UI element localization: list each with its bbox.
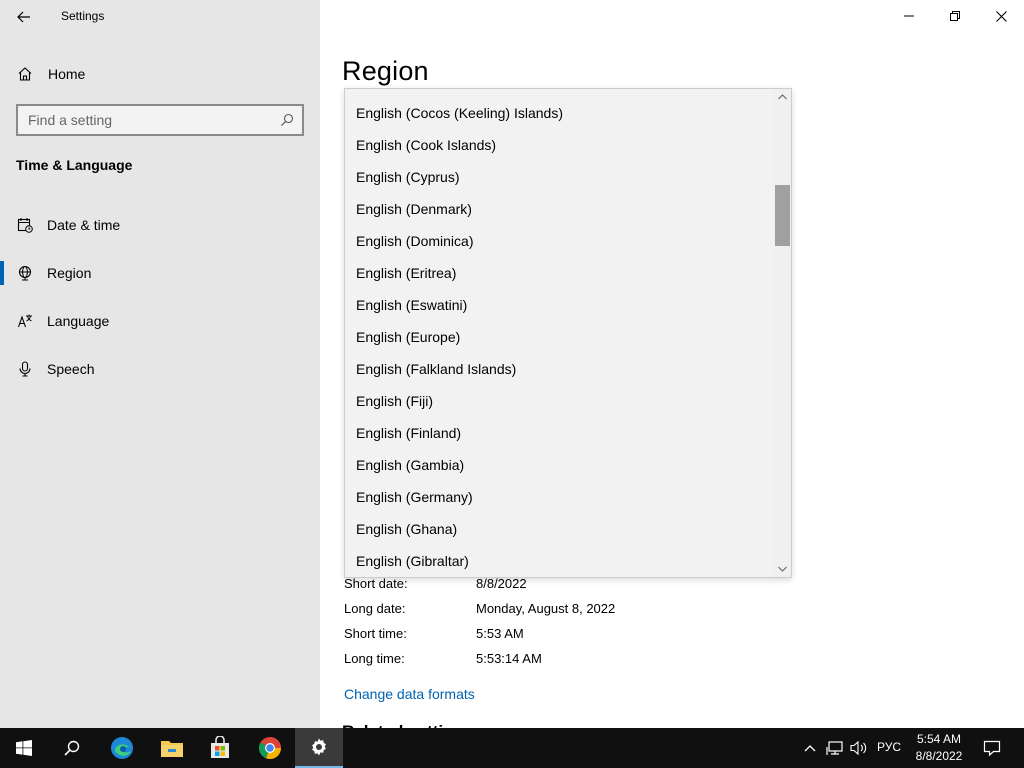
store-icon bbox=[211, 736, 229, 758]
dropdown-option[interactable]: English (Ghana) bbox=[345, 513, 775, 545]
sidebar-item-label: Region bbox=[47, 265, 92, 281]
chevron-up-icon bbox=[778, 94, 787, 100]
regional-format-dropdown-list[interactable]: English (Cocos (Keeling) Islands) Englis… bbox=[344, 88, 792, 578]
taskbar-clock[interactable]: 5:54 AM 8/8/2022 bbox=[910, 731, 968, 765]
page-title: Region bbox=[342, 56, 429, 86]
taskbar-file-explorer-button[interactable] bbox=[148, 728, 196, 768]
dropdown-option[interactable]: English (Finland) bbox=[345, 417, 775, 449]
dropdown-scrollbar[interactable] bbox=[774, 89, 791, 577]
minimize-button[interactable] bbox=[886, 0, 932, 32]
scroll-thumb[interactable] bbox=[775, 185, 790, 246]
sidebar-item-date-time[interactable]: Date & time bbox=[0, 205, 320, 245]
date-time-icon bbox=[16, 216, 34, 234]
language-icon bbox=[16, 312, 34, 330]
section-title: Time & Language bbox=[16, 157, 133, 173]
restore-button[interactable] bbox=[932, 0, 978, 32]
sidebar-item-label: Date & time bbox=[47, 217, 121, 233]
search-input[interactable] bbox=[18, 112, 268, 128]
dropdown-options: English (Cocos (Keeling) Islands) Englis… bbox=[345, 97, 775, 577]
close-button[interactable] bbox=[978, 0, 1024, 32]
dropdown-option[interactable]: English (Gibraltar) bbox=[345, 545, 775, 577]
taskbar-search-button[interactable] bbox=[48, 728, 96, 768]
chevron-down-icon bbox=[778, 566, 787, 572]
dropdown-option[interactable]: English (Gambia) bbox=[345, 449, 775, 481]
taskbar-edge-button[interactable] bbox=[98, 728, 146, 768]
sidebar: Settings Home Time & Language Date & tim… bbox=[0, 0, 320, 728]
clock-time: 5:54 AM bbox=[916, 732, 962, 746]
format-row-long-date: Long date: Monday, August 8, 2022 bbox=[344, 601, 744, 621]
notification-icon bbox=[983, 740, 1001, 757]
edge-icon bbox=[111, 737, 133, 759]
tray-show-hidden-button[interactable] bbox=[800, 738, 820, 758]
dropdown-option[interactable]: English (Germany) bbox=[345, 481, 775, 513]
dropdown-option[interactable]: English (Cocos (Keeling) Islands) bbox=[345, 97, 775, 129]
format-label: Short time: bbox=[344, 626, 407, 641]
sidebar-item-label: Speech bbox=[47, 361, 95, 377]
dropdown-option[interactable]: English (Europe) bbox=[345, 321, 775, 353]
network-icon bbox=[826, 741, 843, 755]
dropdown-option[interactable]: English (Fiji) bbox=[345, 385, 775, 417]
tray-volume-button[interactable] bbox=[849, 738, 869, 758]
sidebar-item-region[interactable]: Region bbox=[0, 253, 320, 293]
dropdown-option[interactable]: English (Cyprus) bbox=[345, 161, 775, 193]
change-data-formats-link[interactable]: Change data formats bbox=[344, 686, 475, 702]
sidebar-item-home[interactable]: Home bbox=[0, 56, 320, 92]
format-row-long-time: Long time: 5:53:14 AM bbox=[344, 651, 744, 671]
scroll-up-button[interactable] bbox=[774, 89, 791, 105]
chrome-icon bbox=[258, 737, 282, 760]
format-row-short-date: Short date: 8/8/2022 bbox=[344, 576, 744, 596]
action-center-button[interactable] bbox=[980, 736, 1004, 760]
format-label: Short date: bbox=[344, 576, 408, 591]
app-title: Settings bbox=[61, 9, 105, 23]
microphone-icon bbox=[16, 360, 34, 378]
scroll-down-button[interactable] bbox=[774, 561, 791, 577]
dropdown-option[interactable]: English (Dominica) bbox=[345, 225, 775, 257]
volume-icon bbox=[850, 740, 867, 756]
related-settings-heading: Related settings bbox=[342, 718, 473, 728]
dropdown-option[interactable]: English (Eritrea) bbox=[345, 257, 775, 289]
sidebar-item-speech[interactable]: Speech bbox=[0, 349, 320, 389]
dropdown-option[interactable]: English (Eswatini) bbox=[345, 289, 775, 321]
back-arrow-icon bbox=[17, 11, 30, 23]
format-label: Long time: bbox=[344, 651, 405, 666]
start-icon bbox=[16, 740, 32, 756]
file-explorer-icon bbox=[161, 741, 183, 757]
start-button[interactable] bbox=[0, 728, 48, 768]
dropdown-option[interactable]: English (Falkland Islands) bbox=[345, 353, 775, 385]
taskbar-chrome-button[interactable] bbox=[246, 728, 294, 768]
tray-network-button[interactable] bbox=[825, 738, 845, 758]
close-icon bbox=[995, 10, 1007, 22]
input-language-indicator[interactable]: РУС bbox=[877, 740, 901, 754]
search-box[interactable] bbox=[16, 104, 304, 136]
restore-icon bbox=[950, 11, 960, 21]
dropdown-option[interactable]: English (Cook Islands) bbox=[345, 129, 775, 161]
home-icon bbox=[16, 65, 34, 83]
taskbar: РУС 5:54 AM 8/8/2022 bbox=[0, 728, 1024, 768]
dropdown-option[interactable]: English (Denmark) bbox=[345, 193, 775, 225]
format-value: 5:53:14 AM bbox=[476, 651, 542, 666]
search-icon bbox=[64, 740, 80, 756]
format-row-short-time: Short time: 5:53 AM bbox=[344, 626, 744, 646]
sidebar-item-label: Home bbox=[48, 66, 86, 82]
clock-date: 8/8/2022 bbox=[915, 749, 963, 763]
taskbar-settings-button[interactable] bbox=[295, 728, 343, 768]
settings-gear-icon bbox=[312, 738, 326, 756]
sidebar-item-label: Language bbox=[47, 313, 110, 329]
search-icon[interactable] bbox=[280, 113, 294, 127]
taskbar-store-button[interactable] bbox=[196, 728, 244, 768]
sidebar-item-language[interactable]: Language bbox=[0, 301, 320, 341]
back-button[interactable] bbox=[8, 2, 40, 32]
format-value: 5:53 AM bbox=[476, 626, 524, 641]
minimize-icon bbox=[904, 15, 914, 17]
format-label: Long date: bbox=[344, 601, 406, 616]
format-value: Monday, August 8, 2022 bbox=[476, 601, 616, 616]
region-globe-icon bbox=[16, 264, 34, 282]
format-value: 8/8/2022 bbox=[476, 576, 527, 591]
chevron-up-icon bbox=[804, 745, 816, 752]
